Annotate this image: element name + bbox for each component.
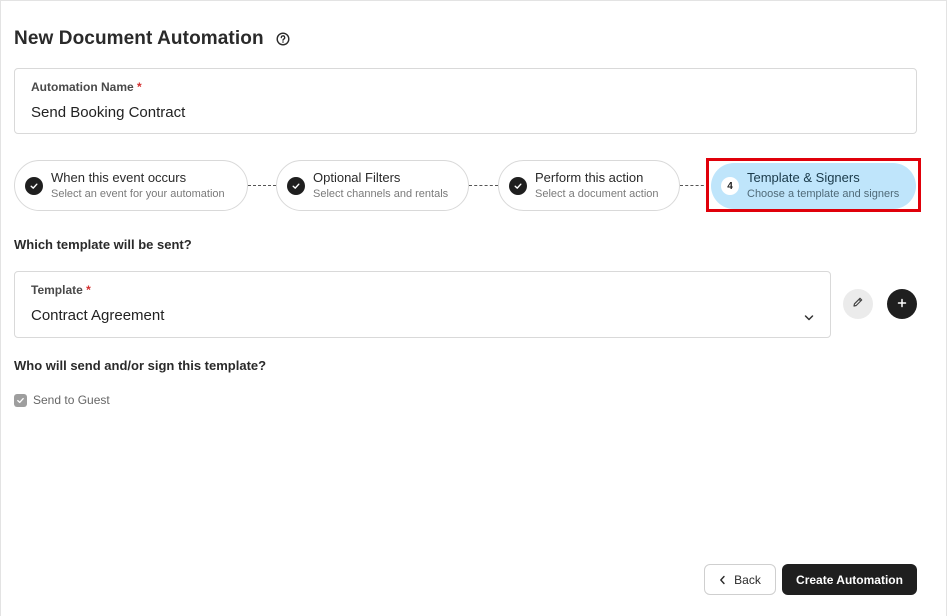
- chevron-left-icon: [719, 575, 726, 585]
- required-asterisk: *: [137, 80, 142, 94]
- step-action[interactable]: Perform this action Select a document act…: [498, 160, 680, 211]
- automation-name-field[interactable]: Automation Name * Send Booking Contract: [14, 68, 917, 134]
- pencil-icon: [852, 295, 864, 313]
- active-step-highlight: [706, 158, 921, 212]
- automation-name-label: Automation Name *: [31, 80, 142, 94]
- create-automation-button[interactable]: Create Automation: [782, 564, 917, 595]
- check-icon: [287, 176, 305, 195]
- send-to-guest-checkbox[interactable]: [14, 393, 27, 407]
- chevron-down-icon[interactable]: [804, 309, 814, 321]
- step-subtitle: Select channels and rentals: [313, 187, 449, 200]
- step-title: When this event occurs: [51, 169, 187, 185]
- check-icon: [25, 176, 43, 195]
- check-icon: [509, 176, 527, 195]
- header: New Document Automation: [14, 28, 290, 50]
- step-subtitle: Select an event for your automation: [51, 187, 225, 200]
- template-select[interactable]: Template * Contract Agreement: [14, 271, 831, 338]
- step-connector: [248, 185, 276, 186]
- progress-stepper: When this event occurs Select an event fo…: [14, 158, 921, 212]
- step-event[interactable]: When this event occurs Select an event fo…: [14, 160, 248, 211]
- template-selected-value: Contract Agreement: [31, 307, 165, 324]
- template-section-heading: Which template will be sent?: [14, 237, 192, 252]
- template-label: Template *: [31, 283, 91, 297]
- required-asterisk: *: [86, 283, 91, 297]
- signers-section-heading: Who will send and/or sign this template?: [14, 358, 267, 373]
- back-button-label: Back: [734, 572, 761, 587]
- create-automation-label: Create Automation: [796, 572, 903, 587]
- question-circle-icon[interactable]: [276, 32, 290, 46]
- step-connector: [680, 185, 709, 186]
- send-to-guest-option[interactable]: Send to Guest: [14, 393, 110, 407]
- step-subtitle: Select a document action: [535, 187, 659, 200]
- back-button[interactable]: Back: [704, 564, 776, 595]
- step-title: Optional Filters: [313, 169, 401, 185]
- step-connector: [469, 185, 498, 186]
- automation-name-value[interactable]: Send Booking Contract: [31, 104, 185, 121]
- add-template-button[interactable]: [887, 289, 917, 319]
- edit-template-button[interactable]: [843, 289, 873, 319]
- step-filters[interactable]: Optional Filters Select channels and rent…: [276, 160, 469, 211]
- step-title: Perform this action: [535, 169, 644, 185]
- send-to-guest-label: Send to Guest: [33, 393, 110, 407]
- plus-icon: [897, 295, 907, 313]
- page-title: New Document Automation: [14, 28, 264, 49]
